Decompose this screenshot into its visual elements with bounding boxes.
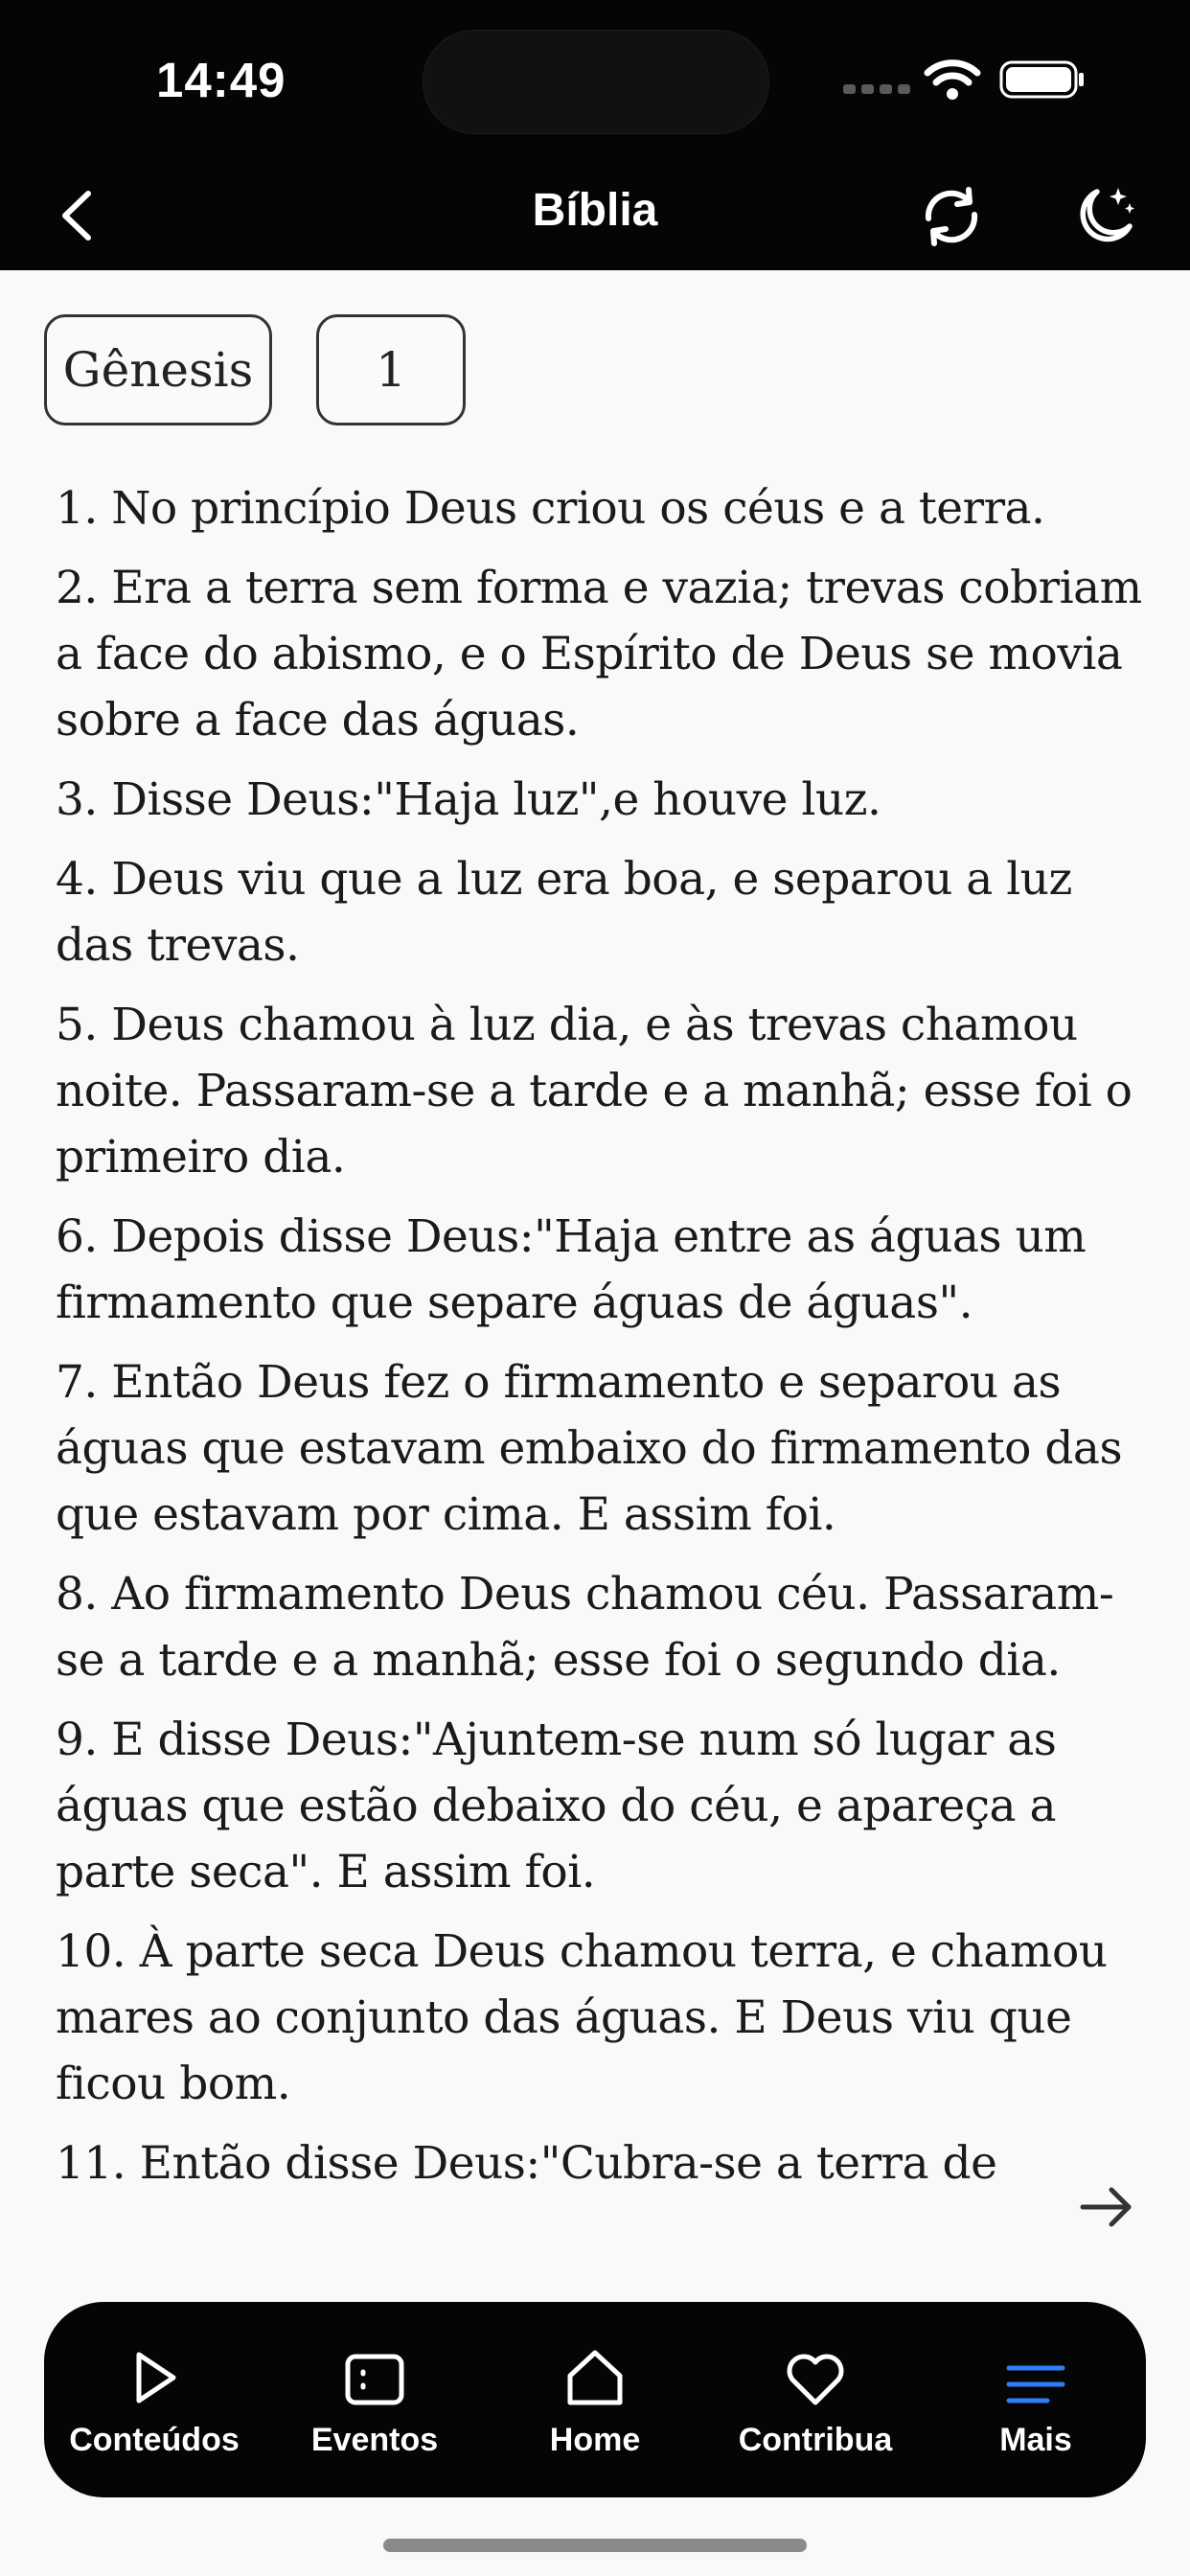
verse: 2. Era a terra sem forma e vazia; trevas… xyxy=(56,562,1142,747)
verse: 5. Deus chamou à luz dia, e às trevas ch… xyxy=(56,999,1133,1184)
verse: 9. E disse Deus:"Ajuntem-se num só lugar… xyxy=(56,1714,1057,1898)
verse: 7. Então Deus fez o firmamento e separou… xyxy=(56,1356,1123,1541)
verse: 3. Disse Deus:"Haja luz",e houve luz. xyxy=(56,773,881,826)
tab-eventos[interactable]: Eventos xyxy=(279,2341,470,2459)
status-time: 14:49 xyxy=(156,53,286,107)
night-mode-icon[interactable] xyxy=(1068,180,1141,253)
wifi-icon xyxy=(924,59,981,100)
book-chapter-selectors: Gênesis 1 xyxy=(44,314,466,426)
page-title: Bíblia xyxy=(532,185,658,236)
navigation-bar: Bíblia xyxy=(0,163,1190,270)
tab-conteudos[interactable]: Conteúdos xyxy=(58,2341,250,2459)
tab-label: Home xyxy=(549,2421,641,2458)
home-icon xyxy=(567,2350,623,2404)
cellular-signal-icon xyxy=(843,84,910,94)
events-icon xyxy=(345,2354,404,2404)
book-selector[interactable]: Gênesis xyxy=(44,314,272,426)
refresh-icon[interactable] xyxy=(915,180,988,253)
next-chapter-arrow-icon[interactable] xyxy=(1075,2175,1138,2239)
battery-icon xyxy=(999,60,1084,99)
verse: 6. Depois disse Deus:"Haja entre as água… xyxy=(56,1210,1087,1329)
verse: 8. Ao firmamento Deus chamou céu. Passar… xyxy=(56,1568,1114,1687)
chapter-selector[interactable]: 1 xyxy=(316,314,466,426)
tab-label: Conteúdos xyxy=(69,2421,240,2458)
tab-label: Contribua xyxy=(738,2421,893,2458)
tab-mais[interactable]: Mais xyxy=(940,2341,1132,2459)
tab-home[interactable]: Home xyxy=(499,2341,691,2459)
verse-list[interactable]: 1. No princípio Deus criou os céus e a t… xyxy=(56,475,1148,2283)
heart-icon xyxy=(787,2354,844,2404)
verse: 10. À parte seca Deus chamou terra, e ch… xyxy=(56,1925,1108,2110)
tab-label: Eventos xyxy=(310,2421,439,2458)
verse: 11. Então disse Deus:"Cubra-se a terra d… xyxy=(56,2137,997,2190)
play-icon xyxy=(136,2352,176,2403)
home-indicator xyxy=(383,2539,807,2552)
tab-label: Mais xyxy=(999,2421,1072,2458)
bottom-tab-bar: Conteúdos Eventos Home Contribua Mais xyxy=(44,2302,1146,2497)
dynamic-island xyxy=(423,30,769,134)
status-bar: 14:49 xyxy=(0,0,1190,163)
verse: 4. Deus viu que a luz era boa, e separou… xyxy=(56,853,1072,972)
tab-contribua[interactable]: Contribua xyxy=(720,2341,911,2459)
menu-icon xyxy=(1006,2365,1065,2403)
verse: 1. No princípio Deus criou os céus e a t… xyxy=(56,482,1045,535)
